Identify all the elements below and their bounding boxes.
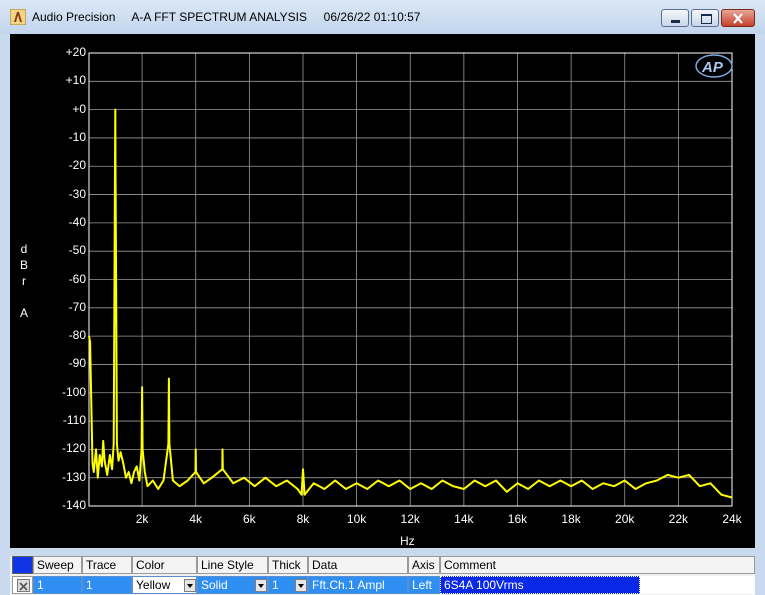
x-tick-label: 6k [243, 512, 256, 526]
line-style-value: Solid [201, 578, 228, 592]
app-name: Audio Precision [32, 10, 116, 24]
header-axis[interactable]: Axis [408, 556, 440, 574]
x-tick-label: 4k [189, 512, 203, 526]
chart-grid [89, 52, 733, 507]
y-tick-label: +0 [72, 101, 86, 116]
header-thick[interactable]: Thick [268, 556, 308, 574]
x-tick-label: 20k [615, 512, 635, 526]
trace-enable-checkbox[interactable] [17, 579, 30, 592]
y-tick-label: -60 [68, 271, 86, 286]
y-axis-label-char: r [22, 274, 26, 288]
x-tick-label: 16k [507, 512, 528, 526]
y-tick-label: -10 [68, 129, 86, 144]
y-tick-label: -90 [68, 356, 86, 371]
cell-sweep[interactable]: 1 [33, 576, 82, 594]
document-title: A-A FFT SPECTRUM ANALYSIS [131, 10, 307, 24]
color-select[interactable]: Yellow [132, 576, 197, 594]
y-tick-label: -120 [61, 441, 86, 456]
y-axis-label-char: d [20, 242, 28, 256]
x-tick-label: 14k [454, 512, 474, 526]
y-tick-label: -140 [61, 498, 86, 512]
header-line-style[interactable]: Line Style [197, 556, 268, 574]
close-icon [733, 13, 743, 24]
fft-spectrum-chart[interactable]: AP +20 +10 +0 -10 -20 -30 -40 -50 -60 -70 -80 -90 -1… [10, 34, 755, 548]
x-tick-label: 12k [400, 512, 420, 526]
app-window: Audio Precision A-A FFT SPECTRUM ANALYSI… [0, 0, 765, 595]
comment-input[interactable]: 6S4A 100Vrms [440, 576, 640, 594]
title-datetime: 06/26/22 01:10:57 [323, 10, 421, 24]
cell-axis[interactable]: Left [408, 576, 440, 594]
header-trace[interactable]: Trace [82, 556, 132, 574]
x-tick-label: 24k [722, 512, 742, 526]
maximize-icon [701, 14, 712, 24]
cell-trace[interactable]: 1 [82, 576, 132, 594]
window-title: Audio Precision A-A FFT SPECTRUM ANALYSI… [32, 10, 420, 24]
y-tick-label: +20 [65, 45, 86, 59]
y-tick-label: -30 [68, 186, 86, 201]
thick-dropdown-arrow-icon[interactable] [295, 579, 307, 592]
x-tick-label: 18k [561, 512, 581, 526]
minimize-icon [671, 20, 680, 23]
thick-select[interactable]: 1 [268, 576, 308, 594]
line-style-dropdown-arrow-icon[interactable] [255, 579, 267, 592]
header-data[interactable]: Data [308, 556, 408, 574]
chart-canvas: AP [88, 52, 733, 507]
legend-empty-area [640, 576, 755, 594]
maximize-button[interactable] [691, 9, 719, 27]
x-axis-label: Hz [400, 534, 415, 548]
check-x-icon [19, 582, 28, 591]
y-tick-label: -40 [68, 214, 86, 229]
x-tick-label: 2k [135, 512, 149, 526]
y-tick-label: -80 [68, 328, 86, 343]
close-button[interactable] [721, 9, 755, 27]
y-axis-label-char: B [19, 258, 28, 272]
x-tick-label: 10k [346, 512, 367, 526]
y-tick-label: -110 [62, 413, 86, 428]
legend-data-row[interactable]: 1 1 Yellow Solid 1 Fft.Ch.1 Ampl Left 6S… [10, 576, 755, 594]
y-tick-label: -70 [68, 299, 86, 314]
y-tick-label: -50 [68, 243, 86, 258]
x-tick-label: 8k [296, 512, 310, 526]
y-tick-label: -100 [61, 384, 86, 399]
cell-data[interactable]: Fft.Ch.1 Ampl [308, 576, 408, 594]
y-tick-label: +10 [65, 73, 86, 88]
title-bar[interactable]: Audio Precision A-A FFT SPECTRUM ANALYSI… [0, 0, 765, 34]
color-select-value: Yellow [136, 578, 171, 592]
thick-value: 1 [272, 578, 279, 592]
header-sweep[interactable]: Sweep [33, 556, 82, 574]
color-dropdown-arrow-icon[interactable] [184, 579, 196, 592]
ap-logo-text: AP [701, 59, 724, 76]
ap-logo: AP [695, 54, 733, 78]
audio-precision-app-icon [10, 9, 26, 25]
line-style-select[interactable]: Solid [197, 576, 268, 594]
header-color[interactable]: Color [132, 556, 197, 574]
legend-color-swatch[interactable] [12, 556, 33, 574]
y-axis-label-char: A [19, 306, 28, 320]
trace-legend-table[interactable]: Sweep Trace Color Line Style Thick Data … [10, 556, 755, 595]
x-tick-label: 22k [668, 512, 689, 526]
y-tick-label: -130 [61, 469, 86, 484]
trace-enable-cell[interactable] [12, 576, 33, 594]
minimize-button[interactable] [661, 9, 689, 27]
y-tick-label: -20 [68, 158, 86, 173]
header-comment[interactable]: Comment [440, 556, 755, 574]
legend-header-row: Sweep Trace Color Line Style Thick Data … [10, 556, 755, 574]
